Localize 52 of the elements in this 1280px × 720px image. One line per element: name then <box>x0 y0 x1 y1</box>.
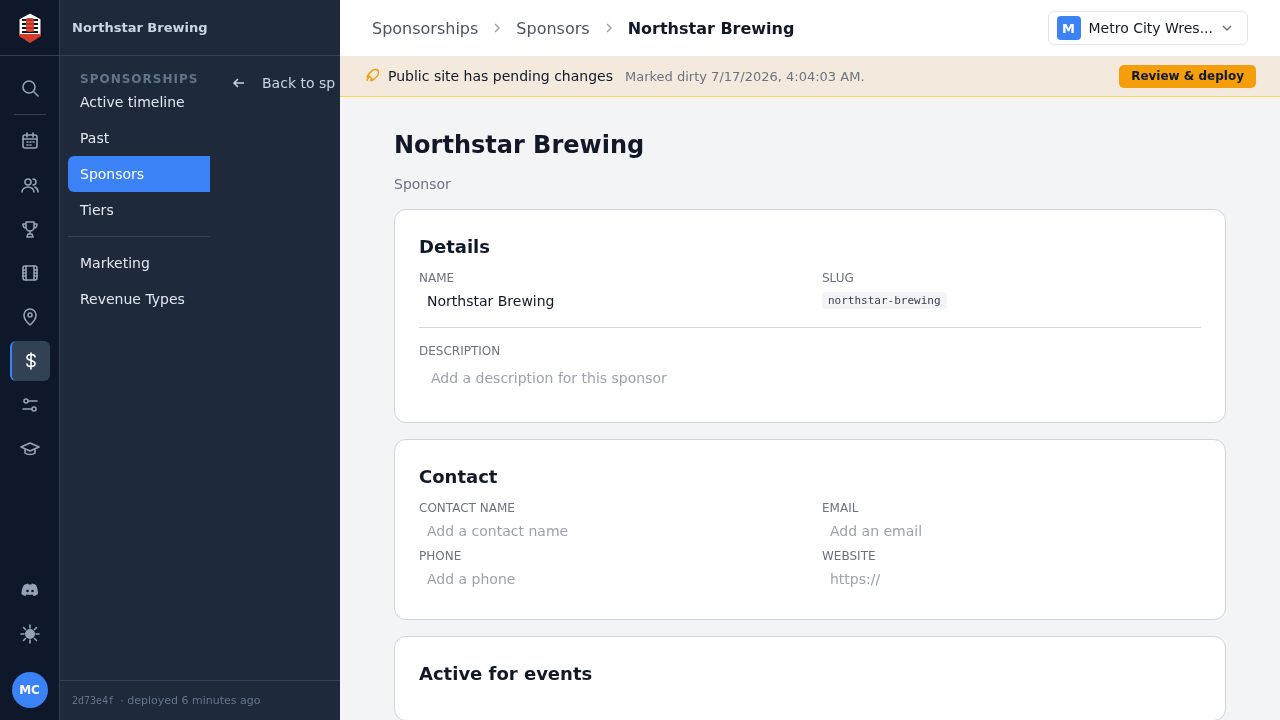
breadcrumb-link[interactable]: Sponsorships <box>372 18 479 38</box>
rocket-icon <box>364 68 380 84</box>
review-deploy-button[interactable]: Review & deploy <box>1119 64 1256 88</box>
field-label: WEBSITE <box>822 549 877 563</box>
breadcrumb-current: Northstar Brewing <box>627 18 795 38</box>
sun-icon <box>19 624 40 644</box>
commit-hash: 2d73e4f <box>72 695 115 706</box>
breadcrumb-link[interactable]: Sponsors <box>516 18 590 38</box>
logo-icon <box>17 11 42 44</box>
banner-detail: Marked dirty 7/17/2026, 4:04:03 AM. <box>625 68 865 84</box>
nav-item[interactable]: Active timeline <box>68 84 210 120</box>
slug-value: northstar-brewing <box>822 292 947 309</box>
field-label: NAME <box>419 271 456 285</box>
section-label: SPONSORSHIPS <box>79 71 200 86</box>
input-field[interactable]: Add a contact name <box>419 519 798 543</box>
card-title: Active for events <box>419 663 594 684</box>
panel-title: Northstar Brewing <box>72 20 208 35</box>
nav-item[interactable]: Past <box>68 120 210 156</box>
input-field[interactable]: Add a phone <box>419 567 798 591</box>
banner-title: Public site has pending changes <box>388 68 613 84</box>
nav-item[interactable]: Sponsors <box>68 156 210 192</box>
organization-selector[interactable]: M Metro City Wres... <box>1047 11 1248 45</box>
input-field[interactable]: Northstar Brewing <box>419 289 798 313</box>
film-icon <box>19 263 40 283</box>
search-icon <box>19 78 40 98</box>
user-avatar[interactable]: MC <box>11 672 48 708</box>
deploy-status: · deployed 6 minutes ago <box>120 694 261 707</box>
back-link[interactable]: Back to sp <box>232 74 336 92</box>
nav-item[interactable]: Revenue Types <box>68 281 210 317</box>
card-title: Contact <box>419 466 499 487</box>
page-title: Northstar Brewing <box>394 130 646 161</box>
card-title: Details <box>419 236 491 257</box>
field-label: CONTACT NAME <box>419 501 516 515</box>
field-label: EMAIL <box>822 501 860 515</box>
field-label: SLUG <box>822 271 855 285</box>
nav-item[interactable]: Marketing <box>68 245 210 281</box>
dollar-nav-button[interactable] <box>9 341 50 381</box>
field-label: DESCRIPTION <box>419 344 502 358</box>
input-field[interactable]: Add an email <box>822 519 1201 543</box>
page-subtitle: Sponsor <box>394 176 452 192</box>
input-field[interactable]: Add a description for this sponsor <box>419 362 1201 394</box>
calendar-icon <box>19 131 40 151</box>
field-label: PHONE <box>419 549 463 563</box>
nav-item[interactable]: Tiers <box>68 192 210 228</box>
sliders-icon <box>19 395 40 415</box>
input-field[interactable]: https:// <box>822 567 1201 591</box>
chevron-down-icon <box>1221 22 1233 34</box>
trophy-icon <box>19 219 40 239</box>
users-icon <box>19 175 40 195</box>
chevron-right-icon <box>492 22 503 34</box>
arrow-left-icon <box>232 76 246 90</box>
chevron-right-icon <box>603 22 614 34</box>
